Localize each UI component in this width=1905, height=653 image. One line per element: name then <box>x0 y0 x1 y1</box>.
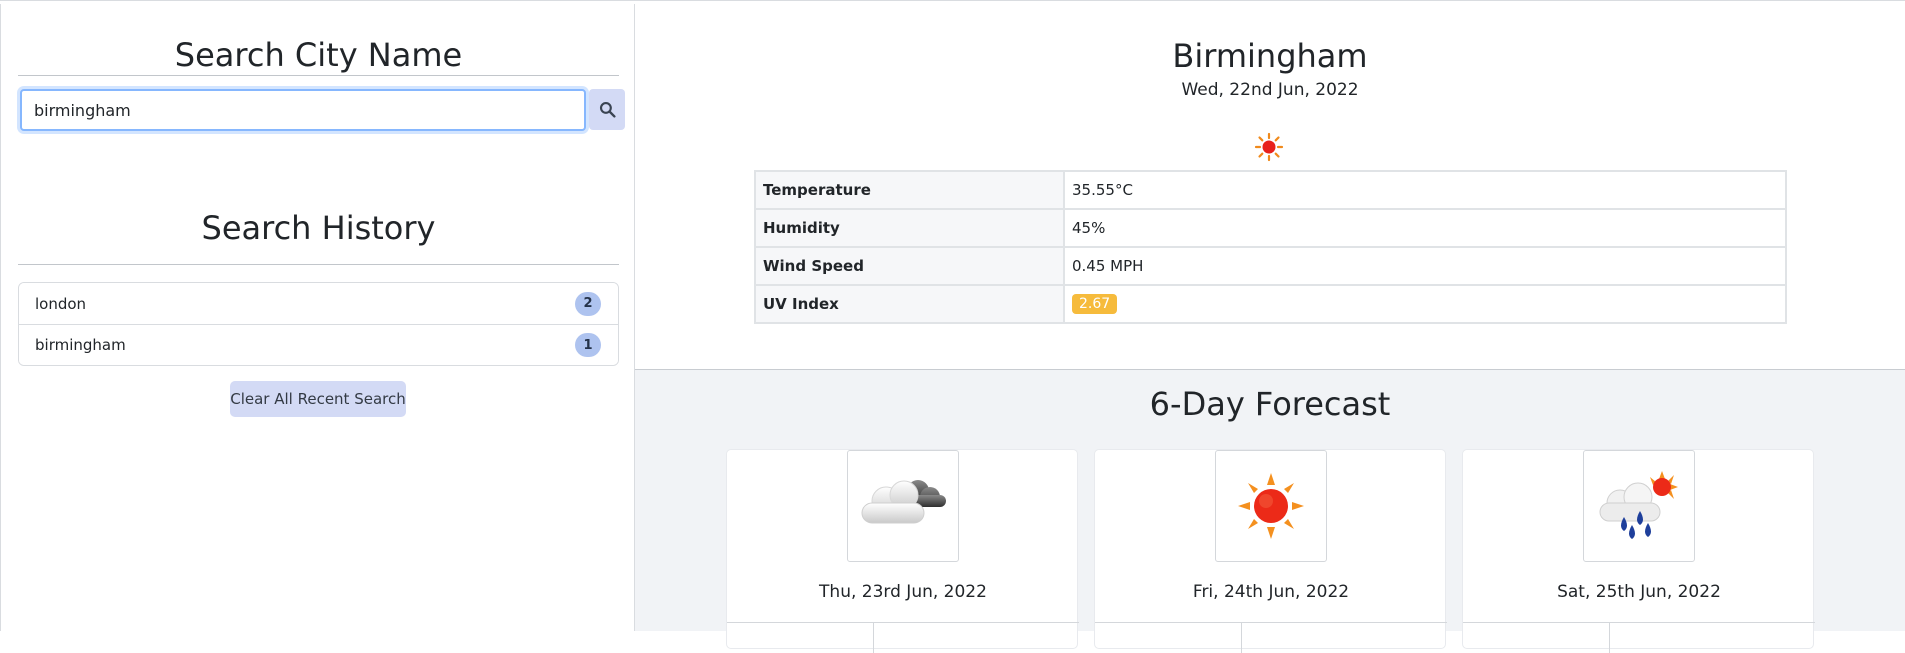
humidity-label: Humidity <box>754 208 1065 248</box>
forecast-details-table <box>1463 622 1815 653</box>
cloud-icon <box>861 480 946 524</box>
table-row: UV Index 2.67 <box>754 284 1787 324</box>
current-date: Wed, 22nd Jun, 2022 <box>1181 80 1359 100</box>
current-weather-table: Temperature 35.55°C Humidity 45% Wind Sp… <box>754 170 1787 324</box>
history-count-badge: 2 <box>575 291 601 316</box>
city-name: Birmingham <box>1172 37 1368 75</box>
forecast-card: Thu, 23rd Jun, 2022 <box>726 449 1079 653</box>
table-divider <box>1609 623 1610 653</box>
clear-history-button[interactable]: Clear All Recent Search <box>230 381 406 417</box>
uv-index-label: UV Index <box>754 284 1065 324</box>
history-title: Search History <box>201 209 436 247</box>
forecast-date: Sat, 25th Jun, 2022 <box>1557 582 1721 602</box>
uv-index-badge: 2.67 <box>1072 294 1118 314</box>
forecast-details-table <box>727 622 1079 653</box>
history-count-badge: 1 <box>575 333 601 357</box>
forecast-icon-frame <box>1215 450 1327 562</box>
table-divider <box>873 623 874 653</box>
forecast-panel: 6-Day Forecast Thu, 23rd Jun, 2022 Fri, … <box>635 370 1905 653</box>
history-divider <box>18 264 619 265</box>
forecast-card: Fri, 24th Jun, 2022 <box>1094 449 1447 653</box>
temperature-label: Temperature <box>754 170 1065 210</box>
search-icon <box>599 101 616 118</box>
wind-speed-label: Wind Speed <box>754 246 1065 286</box>
uv-index-cell: 2.67 <box>1063 284 1787 324</box>
history-item-london[interactable]: london 2 <box>19 283 618 324</box>
humidity-value: 45% <box>1063 208 1787 248</box>
rain-sun-icon <box>1599 471 1678 539</box>
table-divider <box>1241 623 1242 653</box>
sun-icon <box>1238 473 1304 539</box>
search-input[interactable] <box>20 89 586 131</box>
table-row: Humidity 45% <box>754 208 1787 248</box>
forecast-icon-frame <box>1583 450 1695 562</box>
forecast-date: Fri, 24th Jun, 2022 <box>1192 582 1350 602</box>
wind-speed-value: 0.45 MPH <box>1063 246 1787 286</box>
search-button[interactable] <box>589 89 625 130</box>
table-row: Wind Speed 0.45 MPH <box>754 246 1787 286</box>
search-title: Search City Name <box>174 36 463 74</box>
sun-icon <box>1254 132 1284 162</box>
table-row: Temperature 35.55°C <box>754 170 1787 210</box>
history-list: london 2 birmingham 1 <box>18 282 619 366</box>
search-divider <box>18 75 619 76</box>
search-bar <box>20 89 625 131</box>
history-item-label: birmingham <box>35 336 126 354</box>
forecast-title: 6-Day Forecast <box>1149 385 1391 423</box>
forecast-card: Sat, 25th Jun, 2022 <box>1462 449 1815 653</box>
history-item-label: london <box>35 294 87 313</box>
temperature-value: 35.55°C <box>1063 170 1787 210</box>
forecast-icon-frame <box>847 450 959 562</box>
current-weather-panel: Birmingham Wed, 22nd Jun, 2022 Temperatu… <box>635 4 1905 370</box>
search-panel: Search City Name Search History london 2… <box>0 4 635 631</box>
forecast-details-table <box>1095 622 1447 653</box>
forecast-date: Thu, 23rd Jun, 2022 <box>819 582 987 602</box>
history-item-birmingham[interactable]: birmingham 1 <box>19 324 618 365</box>
